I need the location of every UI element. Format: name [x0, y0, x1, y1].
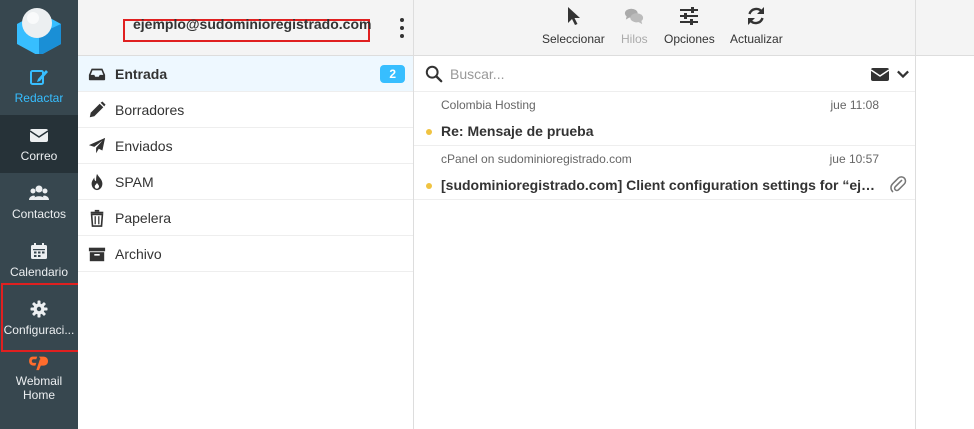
toolbar: Seleccionar Hilos Opciones Actualizar — [414, 0, 974, 56]
fire-icon — [91, 173, 103, 190]
threads-button-label: Hilos — [621, 32, 648, 46]
nav-settings-label: Configuraci... — [3, 323, 75, 337]
message-sender: Colombia Hosting — [441, 98, 536, 112]
trash-icon — [90, 209, 104, 227]
folder-panel: ejemplo@sudominioregistrado.com Entrada … — [78, 0, 414, 429]
toolbar-divider — [915, 0, 916, 56]
nav-mail-label: Correo — [20, 149, 58, 163]
folder-drafts-label: Borradores — [115, 101, 185, 118]
folder-inbox[interactable]: Entrada 2 — [78, 56, 413, 92]
search-bar — [414, 56, 915, 92]
sliders-icon — [680, 7, 699, 25]
calendar-icon — [31, 243, 47, 259]
compose-icon — [30, 70, 48, 85]
nav-settings[interactable]: Configuraci... — [0, 289, 78, 347]
message-row[interactable]: Colombia Hosting jue 11:08 Re: Mensaje d… — [414, 92, 915, 146]
refresh-button[interactable]: Actualizar — [730, 6, 783, 46]
main-nav: Redactar Correo Contactos Calendario Con… — [0, 0, 78, 429]
select-button-label: Seleccionar — [542, 32, 605, 46]
folder-trash[interactable]: Papelera — [78, 200, 413, 236]
unread-badge: 2 — [380, 65, 405, 83]
account-email: ejemplo@sudominioregistrado.com — [133, 16, 372, 32]
roundcube-logo[interactable] — [0, 0, 78, 57]
message-subject: Re: Mensaje de prueba — [441, 123, 594, 139]
folder-inbox-label: Entrada — [115, 65, 168, 82]
unread-dot-icon — [426, 129, 432, 135]
nav-contacts[interactable]: Contactos — [0, 173, 78, 231]
envelope-icon[interactable] — [871, 66, 889, 82]
search-icon — [425, 65, 443, 82]
nav-contacts-label: Contactos — [11, 207, 67, 221]
message-sender: cPanel on sudominioregistrado.com — [441, 152, 632, 166]
folder-trash-label: Papelera — [115, 209, 172, 226]
search-input[interactable] — [450, 65, 830, 82]
folder-drafts[interactable]: Borradores — [78, 92, 413, 128]
paperclip-icon — [890, 176, 907, 193]
users-icon — [29, 185, 49, 200]
gear-icon — [30, 300, 48, 318]
message-list: Colombia Hosting jue 11:08 Re: Mensaje d… — [414, 56, 916, 429]
refresh-button-label: Actualizar — [730, 32, 783, 46]
comments-icon — [625, 8, 644, 25]
search-tools — [871, 66, 909, 82]
nav-calendar-label: Calendario — [9, 265, 69, 279]
folder-archive-label: Archivo — [115, 245, 162, 262]
pencil-icon — [89, 100, 106, 117]
nav-mail[interactable]: Correo — [0, 115, 78, 173]
folder-options-icon[interactable] — [399, 18, 405, 38]
folder-spam-label: SPAM — [115, 173, 154, 190]
threads-button[interactable]: Hilos — [621, 6, 648, 46]
cpanel-icon — [29, 356, 48, 370]
envelope-icon — [29, 129, 49, 142]
paper-plane-icon — [88, 137, 106, 153]
chevron-down-icon[interactable] — [897, 69, 909, 79]
message-date: jue 10:57 — [829, 152, 879, 166]
folder-sent[interactable]: Enviados — [78, 128, 413, 164]
message-subject: [sudominioregistrado.com] Client configu… — [441, 177, 881, 193]
nav-compose-label: Redactar — [14, 91, 64, 105]
archive-icon — [88, 247, 106, 261]
folder-panel-header: ejemplo@sudominioregistrado.com — [78, 0, 413, 56]
message-date: jue 11:08 — [830, 98, 880, 112]
nav-calendar[interactable]: Calendario — [0, 231, 78, 289]
options-button-label: Opciones — [664, 32, 715, 46]
select-button[interactable]: Seleccionar — [542, 6, 605, 46]
folder-sent-label: Enviados — [115, 137, 173, 154]
nav-webmail-home[interactable]: Webmail Home — [0, 347, 78, 407]
inbox-icon — [88, 68, 106, 80]
folder-archive[interactable]: Archivo — [78, 236, 413, 272]
cursor-icon — [568, 7, 581, 25]
message-row[interactable]: cPanel on sudominioregistrado.com jue 10… — [414, 146, 915, 200]
logo-icon — [17, 7, 61, 54]
unread-dot-icon — [426, 183, 432, 189]
account-email-highlight: ejemplo@sudominioregistrado.com — [123, 16, 372, 42]
nav-compose[interactable]: Redactar — [0, 57, 78, 115]
refresh-icon — [748, 7, 765, 25]
folder-spam[interactable]: SPAM — [78, 164, 413, 200]
options-button[interactable]: Opciones — [664, 6, 715, 46]
nav-webmail-home-label: Webmail Home — [15, 373, 63, 402]
